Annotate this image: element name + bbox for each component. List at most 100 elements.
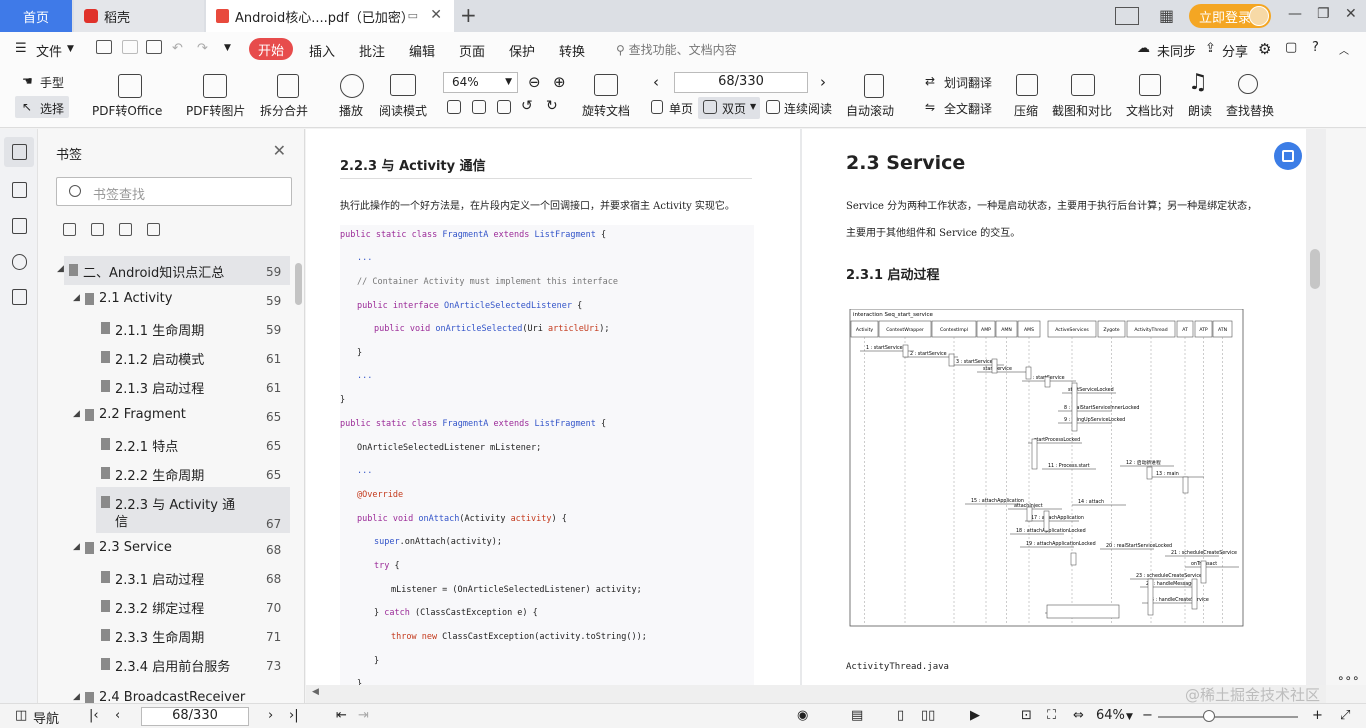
page-layout-icon[interactable]: ▤ bbox=[851, 708, 863, 723]
status-page-input[interactable]: 68/330 bbox=[141, 707, 249, 726]
play-icon[interactable] bbox=[340, 74, 364, 98]
rotate-document-button[interactable]: 旋转文档 bbox=[582, 102, 630, 119]
bookmark-item[interactable]: 2.2.2 生命周期 65 bbox=[38, 459, 304, 488]
fit-width-icon[interactable] bbox=[497, 100, 511, 114]
split-merge-icon[interactable] bbox=[277, 74, 299, 98]
continuous-icon[interactable] bbox=[766, 100, 780, 114]
status-zoom-out-icon[interactable]: − bbox=[1142, 708, 1153, 723]
zoom-slider-knob[interactable] bbox=[1203, 710, 1215, 722]
help-icon[interactable]: ? bbox=[1312, 40, 1319, 55]
rotate-right-icon[interactable]: ↻ bbox=[546, 98, 558, 114]
feedback-icon[interactable]: ▢ bbox=[1285, 40, 1297, 55]
tab-insert[interactable]: 插入 bbox=[309, 41, 335, 60]
find-replace-icon[interactable] bbox=[1238, 74, 1258, 94]
word-translate-button[interactable]: 划词翻译 bbox=[944, 74, 992, 91]
tab-convert[interactable]: 转换 bbox=[559, 41, 585, 60]
read-aloud-icon[interactable]: ♫ bbox=[1188, 70, 1208, 95]
full-translate-icon[interactable]: ⇋ bbox=[925, 100, 935, 114]
file-chevron-icon[interactable]: ▼ bbox=[67, 44, 74, 54]
floating-tool-button[interactable] bbox=[1274, 142, 1302, 170]
prev-page-icon[interactable]: ‹ bbox=[653, 73, 659, 91]
bookmark-item[interactable]: 2.2.1 特点 65 bbox=[38, 430, 304, 459]
single-view-icon[interactable]: ▯ bbox=[897, 708, 904, 723]
tree-toggle-icon[interactable]: ◢ bbox=[73, 692, 80, 702]
bookmark-item[interactable]: ◢ 2.2 Fragment 65 bbox=[38, 401, 304, 430]
tab-edit[interactable]: 编辑 bbox=[409, 41, 435, 60]
bookmark-item[interactable]: 2.3.2 绑定过程 70 bbox=[38, 592, 304, 621]
bookmark-item[interactable]: ◢ 2.3 Service 68 bbox=[38, 534, 304, 563]
share-button[interactable]: 分享 bbox=[1222, 41, 1248, 60]
word-translate-icon[interactable]: ⇄ bbox=[925, 74, 935, 88]
layout-icon[interactable] bbox=[1115, 7, 1139, 25]
pdf-to-office-icon[interactable] bbox=[118, 74, 142, 98]
navigation-toggle[interactable]: 导航 bbox=[33, 708, 59, 727]
expand-all-icon[interactable] bbox=[63, 223, 76, 236]
collapse-all-icon[interactable] bbox=[91, 223, 104, 236]
bookmark-item[interactable]: ◢ 二、Android知识点汇总 59 bbox=[38, 256, 304, 285]
auto-scroll-icon[interactable] bbox=[864, 74, 884, 98]
zoom-slider[interactable] bbox=[1158, 716, 1298, 718]
fit-status-icon[interactable]: ⛶ bbox=[1047, 708, 1056, 723]
bookmark-item[interactable]: ◢ 2.4 BroadcastReceiver bbox=[38, 684, 304, 703]
slideshow-icon[interactable]: ▶ bbox=[970, 708, 980, 723]
bookmark-item[interactable]: 2.3.4 启用前台服务 73 bbox=[38, 650, 304, 679]
continuous-reading-button[interactable]: 连续阅读 bbox=[784, 100, 832, 117]
last-page-icon[interactable]: ›| bbox=[289, 708, 299, 723]
minimize-icon[interactable]: — bbox=[1288, 6, 1302, 22]
login-button[interactable]: 立即登录 bbox=[1189, 4, 1271, 28]
vertical-scroll-thumb[interactable] bbox=[1310, 249, 1320, 289]
fullscreen-icon[interactable]: ⤢ bbox=[1340, 708, 1350, 723]
new-tab-icon[interactable]: + bbox=[460, 3, 477, 27]
hand-tool-icon[interactable]: ☚ bbox=[22, 74, 33, 88]
status-prev-page-icon[interactable]: ‹ bbox=[115, 708, 120, 723]
reading-mode-icon[interactable] bbox=[390, 74, 416, 96]
document-horizontal-scrollbar[interactable]: ◀ bbox=[306, 685, 1326, 703]
status-next-page-icon[interactable]: › bbox=[268, 708, 273, 723]
more-dots-icon[interactable]: ∘∘∘ bbox=[1337, 671, 1360, 685]
actual-size-icon[interactable] bbox=[447, 100, 461, 114]
settings-gear-icon[interactable]: ⚙ bbox=[1258, 40, 1271, 58]
compress-icon[interactable] bbox=[1016, 74, 1038, 96]
status-zoom-in-icon[interactable]: + bbox=[1312, 708, 1323, 723]
tab-protect[interactable]: 保护 bbox=[509, 41, 535, 60]
window-close-icon[interactable]: ✕ bbox=[1345, 6, 1357, 22]
attachment-icon[interactable] bbox=[12, 254, 27, 270]
panel-scrollbar[interactable] bbox=[295, 263, 302, 305]
rotate-document-icon[interactable] bbox=[594, 74, 618, 96]
tab-comment[interactable]: 批注 bbox=[359, 41, 385, 60]
back-icon[interactable]: ⇤ bbox=[336, 708, 347, 723]
doc-compare-icon[interactable] bbox=[1139, 74, 1161, 96]
comment-icon[interactable] bbox=[12, 218, 27, 234]
first-page-icon[interactable]: |‹ bbox=[89, 708, 99, 723]
bookmark-item-selected[interactable]: 2.2.3 与 Activity 通信 67 bbox=[38, 488, 304, 534]
screenshot-icon[interactable] bbox=[1071, 74, 1095, 96]
document-vertical-scrollbar[interactable] bbox=[1306, 129, 1326, 685]
reading-mode-button[interactable]: 阅读模式 bbox=[379, 102, 427, 119]
double-view-icon[interactable]: ▯▯ bbox=[921, 708, 935, 723]
zoom-out-icon[interactable]: ⊖ bbox=[528, 73, 541, 91]
bookmark-item[interactable]: 2.1.3 启动过程 61 bbox=[38, 372, 304, 401]
eye-protection-icon[interactable]: ◉ bbox=[797, 708, 808, 723]
bookmark-item[interactable]: 2.3.3 生命周期 71 bbox=[38, 621, 304, 650]
bookmark-icon[interactable] bbox=[12, 144, 27, 160]
tab-document[interactable]: Android核心....pdf（已加密） ▭ ✕ bbox=[206, 0, 454, 32]
single-page-button[interactable]: 单页 bbox=[669, 100, 693, 117]
sync-status[interactable]: 未同步 bbox=[1157, 41, 1196, 60]
tab-page[interactable]: 页面 bbox=[459, 41, 485, 60]
restore-icon[interactable]: ❐ bbox=[1317, 6, 1330, 22]
tab-minimize-icon[interactable]: ▭ bbox=[408, 9, 418, 22]
hamburger-icon[interactable]: ☰ bbox=[15, 41, 27, 56]
status-zoom-value[interactable]: 64% bbox=[1096, 708, 1125, 723]
hand-tool[interactable]: 手型 bbox=[40, 74, 64, 91]
rotate-left-icon[interactable]: ↺ bbox=[521, 98, 533, 114]
tree-toggle-icon[interactable]: ◢ bbox=[73, 293, 80, 303]
print-icon[interactable] bbox=[146, 40, 162, 54]
open-folder-icon[interactable] bbox=[96, 40, 112, 54]
tree-toggle-icon[interactable]: ◢ bbox=[73, 542, 80, 552]
undo-icon[interactable]: ↶ bbox=[172, 41, 183, 56]
apps-grid-icon[interactable]: ▦ bbox=[1159, 6, 1174, 25]
split-merge-button[interactable]: 拆分合并 bbox=[260, 102, 308, 119]
next-page-icon[interactable]: › bbox=[820, 73, 826, 91]
signature-icon[interactable] bbox=[12, 289, 27, 305]
full-translate-button[interactable]: 全文翻译 bbox=[944, 100, 992, 117]
